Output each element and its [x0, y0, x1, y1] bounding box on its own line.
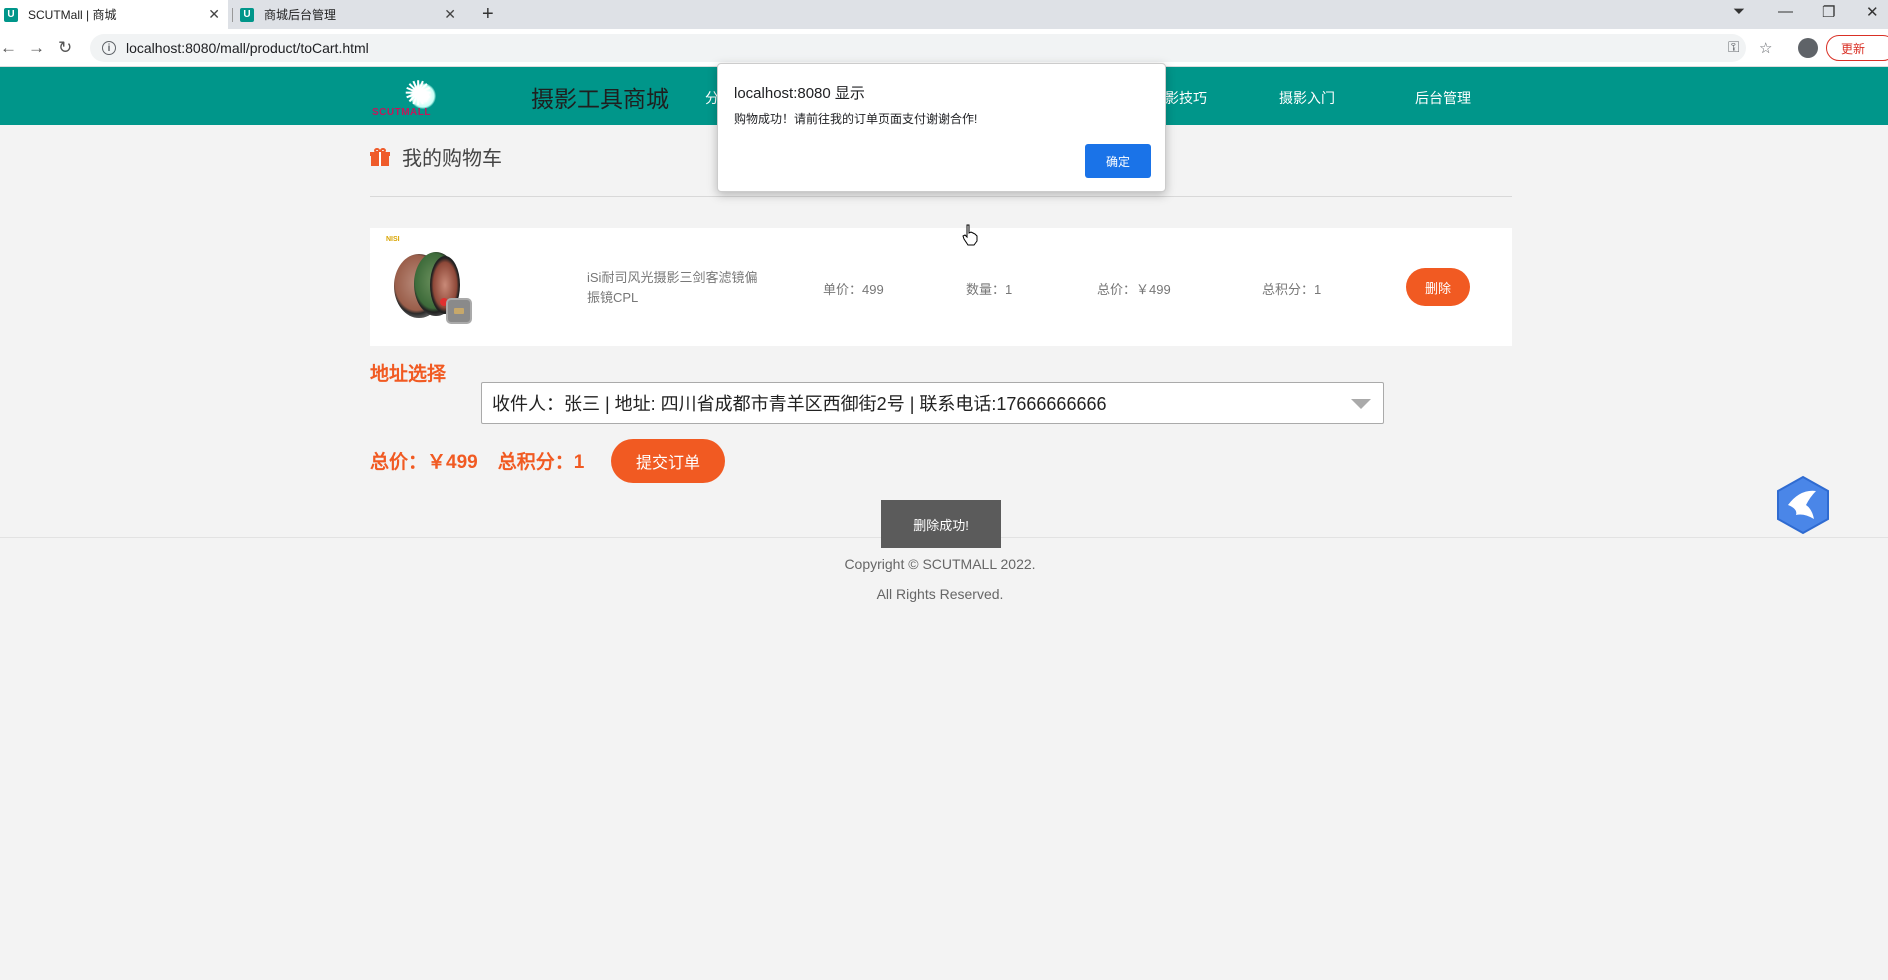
tab-search-icon[interactable]: ⏷ — [1733, 3, 1745, 20]
divider — [370, 196, 1512, 197]
summary-total: 总价：￥499 — [370, 452, 478, 473]
dropdown-arrow-icon — [1351, 399, 1371, 409]
address-bar[interactable]: i localhost:8080/mall/product/toCart.htm… — [90, 34, 1746, 62]
new-tab-icon[interactable]: + — [482, 3, 494, 26]
hand-cursor-icon — [962, 224, 978, 246]
product-brand: NISI — [386, 236, 400, 243]
close-tab-icon[interactable]: ✕ — [208, 6, 220, 23]
site-title: 摄影工具商城 — [531, 86, 669, 112]
url-text: localhost:8080/mall/product/toCart.html — [126, 40, 369, 56]
toast-message: 删除成功! — [881, 500, 1001, 548]
bird-widget-icon[interactable] — [1776, 475, 1830, 535]
browser-tab-bar: U SCUTMall | 商城 ✕ U 商城后台管理 ✕ + ⏷ — ❐ ✕ — [0, 0, 1888, 29]
alert-dialog: localhost:8080 显示 购物成功！请前往我的订单页面支付谢谢合作! … — [717, 63, 1166, 192]
forward-icon[interactable]: → — [28, 38, 45, 58]
product-image[interactable]: NISI — [386, 236, 482, 336]
nav-item-photo-tips[interactable]: 影技巧 — [1165, 88, 1207, 108]
site-favicon-icon: U — [4, 7, 18, 22]
summary-points: 总积分：1 — [497, 452, 585, 473]
product-name[interactable]: iSi耐司风光摄影三剑客滤镜偏振镜CPL — [587, 268, 767, 308]
restore-icon[interactable]: ❐ — [1822, 3, 1835, 21]
site-logo[interactable]: ✺ SCUTMALL — [372, 77, 452, 121]
tab-scutmall[interactable]: U SCUTMall | 商城 ✕ — [0, 0, 228, 29]
update-button[interactable]: 更新 — [1826, 35, 1888, 61]
unit-price: 单价：499 — [823, 282, 884, 297]
key-icon[interactable]: ⚿ — [1728, 39, 1739, 56]
tab-title: 商城后台管理 — [264, 8, 337, 22]
cart-title: 我的购物车 — [402, 148, 502, 170]
nav-item-admin[interactable]: 后台管理 — [1415, 88, 1471, 108]
tab-admin[interactable]: U 商城后台管理 ✕ — [236, 0, 464, 29]
quantity: 数量：1 — [966, 282, 1013, 297]
gift-icon — [370, 147, 390, 166]
site-favicon-icon: U — [240, 7, 254, 22]
minimize-icon[interactable]: — — [1778, 3, 1793, 20]
logo-word: SCUTMALL — [372, 107, 431, 118]
order-summary: 总价：￥499 总积分：1 — [370, 447, 584, 474]
update-label: 更新 — [1841, 41, 1866, 56]
cart-item-row: NISI iSi耐司风光摄影三剑客滤镜偏振镜CPL 单价：499 数量：1 总价… — [370, 228, 1512, 346]
back-icon[interactable]: ← — [0, 38, 17, 58]
close-tab-icon[interactable]: ✕ — [444, 6, 456, 23]
bookmark-star-icon[interactable]: ☆ — [1759, 39, 1772, 57]
item-points: 总积分：1 — [1262, 282, 1322, 297]
item-total: 总价：￥499 — [1097, 282, 1171, 297]
reload-icon[interactable]: ↻ — [58, 38, 72, 58]
profile-avatar[interactable] — [1798, 38, 1818, 58]
submit-order-button[interactable]: 提交订单 — [611, 439, 725, 483]
nav-item-photo-intro[interactable]: 摄影入门 — [1279, 88, 1335, 108]
close-window-icon[interactable]: ✕ — [1866, 3, 1879, 21]
dialog-message: 购物成功！请前往我的订单页面支付谢谢合作! — [734, 112, 978, 126]
dialog-ok-button[interactable]: 确定 — [1085, 144, 1151, 178]
sparkle-logo-icon: ✺ — [404, 75, 433, 113]
tab-title: SCUTMall | 商城 — [28, 8, 117, 22]
delete-button[interactable]: 删除 — [1406, 268, 1470, 306]
rights-text: All Rights Reserved. — [876, 586, 1004, 602]
address-select[interactable]: 收件人：张三 | 地址: 四川省成都市青羊区西御街2号 | 联系电话:17666… — [481, 382, 1384, 424]
address-label: 地址选择 — [370, 364, 447, 385]
site-info-icon[interactable]: i — [102, 41, 116, 55]
tab-separator — [232, 8, 233, 22]
cart-heading: 我的购物车 — [370, 142, 502, 171]
browser-toolbar: ← → ↻ i localhost:8080/mall/product/toCa… — [0, 29, 1888, 67]
copyright-text: Copyright © SCUTMALL 2022. — [844, 556, 1036, 572]
dialog-title: localhost:8080 显示 — [734, 85, 865, 102]
address-selected-value: 收件人：张三 | 地址: 四川省成都市青羊区西御街2号 | 联系电话:17666… — [492, 394, 1107, 414]
